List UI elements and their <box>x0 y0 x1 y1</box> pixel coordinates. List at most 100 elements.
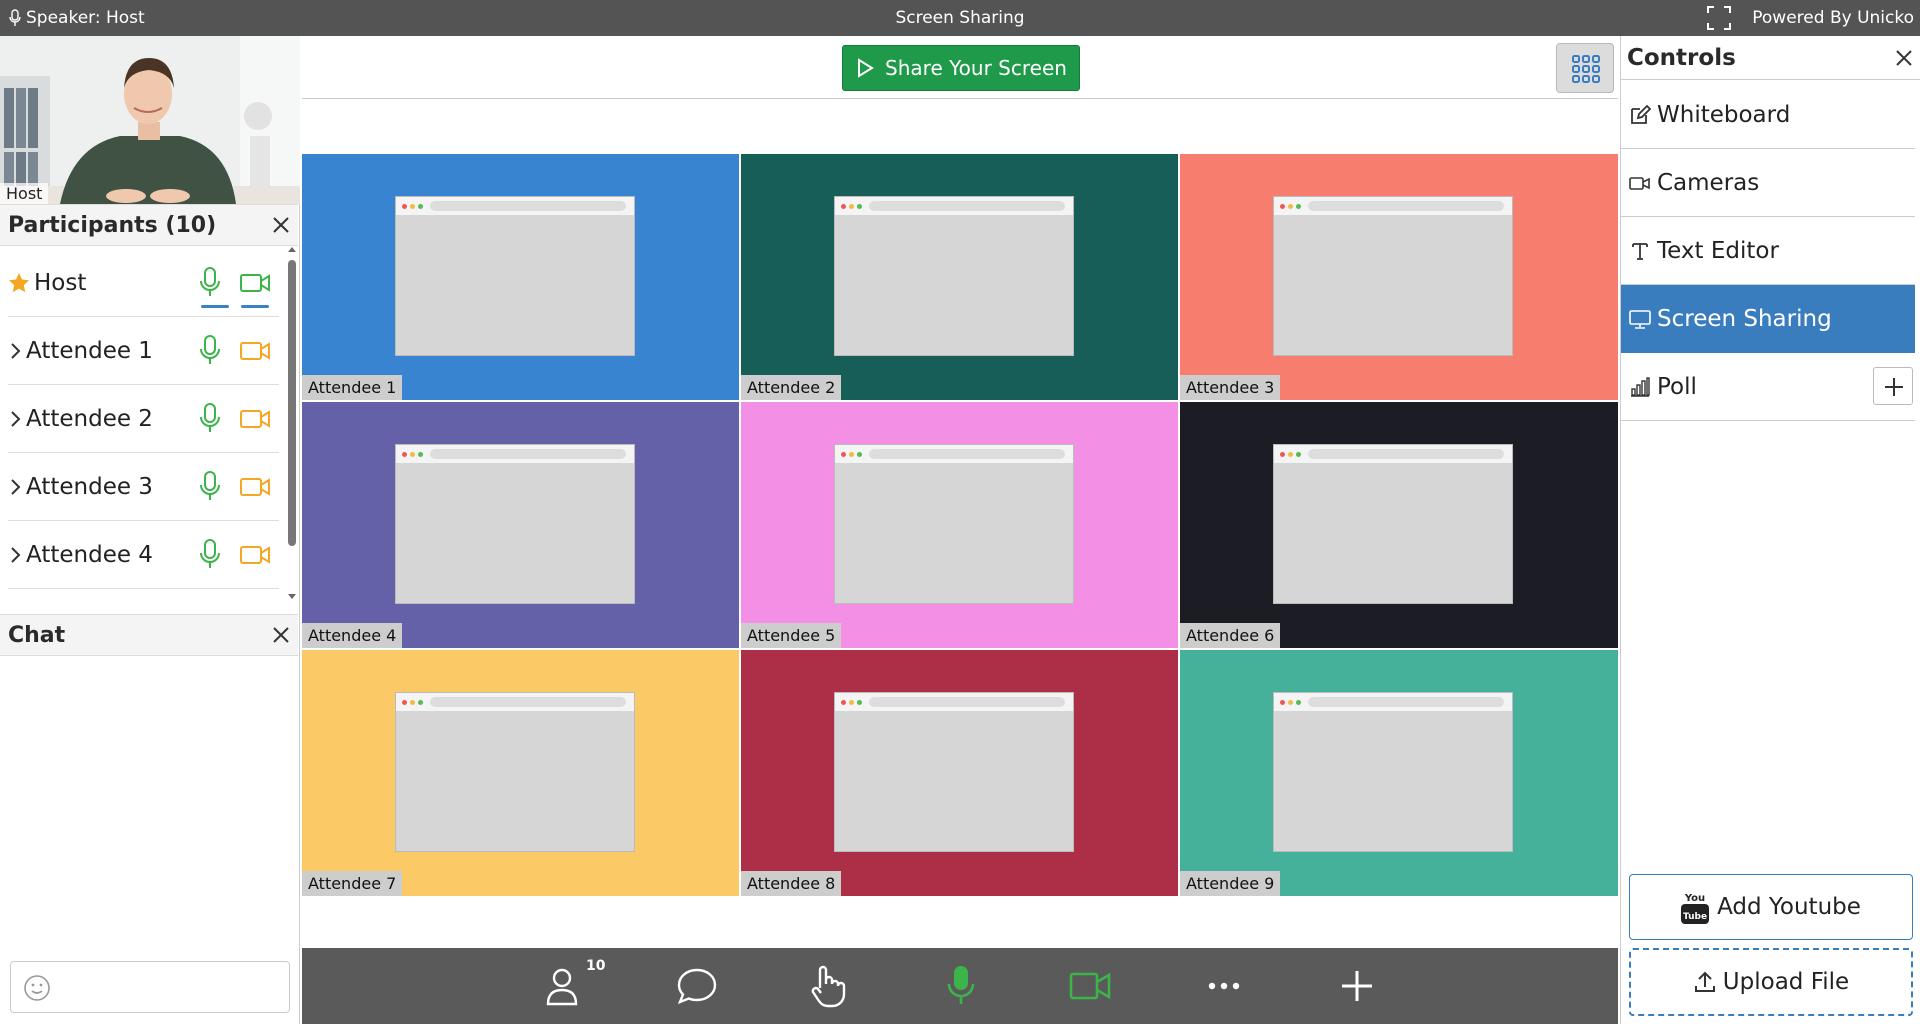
participant-name: Attendee 4 <box>26 541 153 568</box>
browser-window-thumbnail <box>1273 196 1513 356</box>
attendee-tile[interactable]: Attendee 6 <box>1180 402 1618 648</box>
scroll-up-icon[interactable] <box>286 244 298 254</box>
attendee-tile[interactable]: Attendee 8 <box>741 650 1178 896</box>
upload-file-label: Upload File <box>1722 969 1850 995</box>
emoji-icon[interactable] <box>23 974 51 1002</box>
camera-icon[interactable] <box>239 339 271 363</box>
participants-icon[interactable] <box>544 964 580 1008</box>
browser-window-thumbnail <box>834 692 1074 852</box>
poll-icon <box>1631 376 1650 397</box>
control-label: Text Editor <box>1657 237 1779 264</box>
browser-window-thumbnail <box>834 196 1074 356</box>
browser-window-thumbnail <box>395 692 635 852</box>
host-video[interactable]: Host <box>0 36 300 204</box>
control-screen-sharing[interactable]: Screen Sharing <box>1621 285 1915 353</box>
main-stage: Share Your Screen Attendee 1 Attendee 2 … <box>302 36 1618 1024</box>
chevron-right-icon[interactable] <box>8 545 22 565</box>
tile-label: Attendee 6 <box>1180 623 1281 648</box>
camera-icon[interactable] <box>1068 964 1112 1008</box>
control-text-editor[interactable]: Text Editor <box>1621 217 1915 285</box>
chevron-right-icon[interactable] <box>8 409 22 429</box>
scroll-down-icon[interactable] <box>286 592 298 602</box>
host-video-label: Host <box>0 183 49 204</box>
add-youtube-button[interactable]: Tube You Add Youtube <box>1629 874 1913 940</box>
participant-name: Attendee 1 <box>26 337 153 364</box>
attendee-tile[interactable]: Attendee 5 <box>741 402 1178 648</box>
camera-icon <box>1629 176 1650 190</box>
microphone-icon[interactable] <box>197 266 223 300</box>
participant-row[interactable]: Attendee 1 <box>8 317 279 385</box>
tile-label: Attendee 9 <box>1180 871 1281 896</box>
bottom-toolbar: 10 <box>302 948 1618 1024</box>
browser-window-thumbnail <box>834 444 1074 604</box>
divider <box>302 98 1618 99</box>
browser-window-thumbnail <box>1273 692 1513 852</box>
control-whiteboard[interactable]: Whiteboard <box>1621 81 1915 149</box>
scrollbar-thumb[interactable] <box>288 260 296 546</box>
browser-window-thumbnail <box>395 444 635 604</box>
tile-label: Attendee 4 <box>302 623 403 648</box>
tile-label: Attendee 7 <box>302 871 403 896</box>
controls-panel: Controls Whiteboard Cameras Text Editor … <box>1620 36 1920 1024</box>
add-icon[interactable] <box>1340 964 1374 1008</box>
participants-count-badge: 10 <box>586 958 606 974</box>
chat-header: Chat <box>0 614 298 656</box>
controls-title: Controls <box>1627 44 1736 71</box>
mic-active-indicator <box>201 305 229 308</box>
chevron-right-icon[interactable] <box>8 341 22 361</box>
attendee-tile[interactable]: Attendee 2 <box>741 154 1178 400</box>
chat-icon[interactable] <box>676 964 718 1008</box>
upload-file-button[interactable]: Upload File <box>1629 948 1913 1016</box>
control-label: Screen Sharing <box>1657 306 1832 332</box>
microphone-icon[interactable] <box>946 964 976 1008</box>
grid-layout-button[interactable] <box>1556 43 1614 93</box>
close-icon[interactable] <box>1895 49 1913 67</box>
fullscreen-icon[interactable] <box>1706 5 1732 31</box>
controls-header: Controls <box>1621 36 1920 80</box>
attendee-tile[interactable]: Attendee 7 <box>302 650 739 896</box>
browser-window-thumbnail <box>395 196 635 356</box>
text-icon <box>1632 242 1648 260</box>
control-cameras[interactable]: Cameras <box>1621 149 1915 217</box>
close-icon[interactable] <box>272 216 290 234</box>
camera-icon[interactable] <box>239 271 271 295</box>
participant-row[interactable]: Attendee 2 <box>8 385 279 453</box>
chevron-right-icon[interactable] <box>8 477 22 497</box>
upload-icon <box>1694 971 1715 992</box>
monitor-icon <box>1629 310 1651 329</box>
camera-icon[interactable] <box>239 543 271 567</box>
screen-share-grid: Attendee 1 Attendee 2 Attendee 3 Attende… <box>302 154 1618 896</box>
add-poll-button[interactable] <box>1873 367 1913 405</box>
attendee-tile[interactable]: Attendee 9 <box>1180 650 1618 896</box>
share-screen-button[interactable]: Share Your Screen <box>842 45 1080 91</box>
close-icon[interactable] <box>272 626 290 644</box>
microphone-icon[interactable] <box>197 470 223 504</box>
tile-label: Attendee 8 <box>741 871 842 896</box>
participant-row[interactable]: Host <box>8 249 279 317</box>
control-poll[interactable]: Poll <box>1621 353 1915 421</box>
control-label: Cameras <box>1657 169 1760 196</box>
participant-name: Attendee 3 <box>26 473 153 500</box>
participant-name: Attendee 2 <box>26 405 153 432</box>
participant-row[interactable]: Attendee 3 <box>8 453 279 521</box>
chat-title: Chat <box>8 622 66 648</box>
microphone-icon[interactable] <box>197 402 223 436</box>
star-icon <box>9 272 29 292</box>
tile-label: Attendee 3 <box>1180 375 1281 400</box>
add-youtube-label: Add Youtube <box>1717 894 1861 920</box>
more-icon[interactable] <box>1206 964 1242 1008</box>
camera-icon[interactable] <box>239 407 271 431</box>
svg-text:Tube: Tube <box>1683 912 1707 922</box>
tile-label: Attendee 2 <box>741 375 842 400</box>
attendee-tile[interactable]: Attendee 4 <box>302 402 739 648</box>
participants-scrollbar[interactable] <box>286 244 298 604</box>
raise-hand-icon[interactable] <box>808 964 848 1008</box>
camera-icon[interactable] <box>239 475 271 499</box>
attendee-tile[interactable]: Attendee 1 <box>302 154 739 400</box>
attendee-tile[interactable]: Attendee 3 <box>1180 154 1618 400</box>
chat-input[interactable] <box>10 961 290 1013</box>
microphone-icon[interactable] <box>197 538 223 572</box>
participant-row[interactable]: Attendee 4 <box>8 521 279 589</box>
microphone-icon[interactable] <box>197 334 223 368</box>
tile-label: Attendee 5 <box>741 623 842 648</box>
